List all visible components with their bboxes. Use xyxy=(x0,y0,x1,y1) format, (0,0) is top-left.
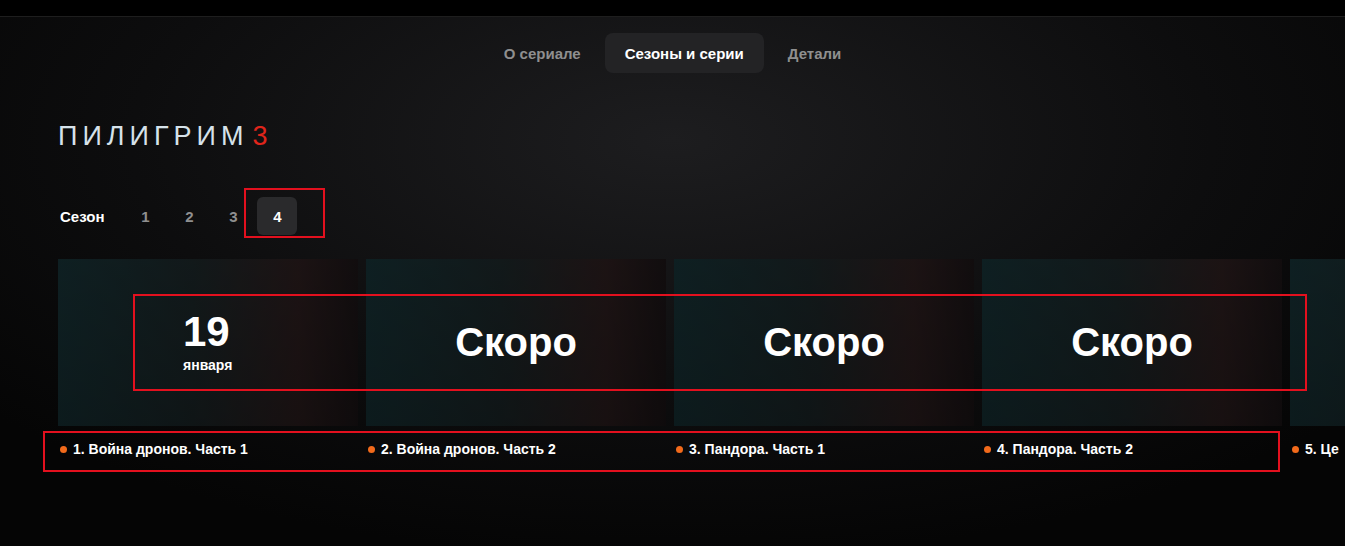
episode-thumbnail[interactable]: Скоро xyxy=(674,259,974,426)
release-day: 19 xyxy=(183,311,232,353)
status-dot-icon xyxy=(676,446,683,453)
episode-title[interactable]: 4. Пандора. Часть 2 xyxy=(997,441,1133,457)
episode-title-row: 2. Война дронов. Часть 2 xyxy=(366,439,666,459)
episode-thumbnail[interactable]: Скоро xyxy=(366,259,666,426)
episode-thumbnail[interactable] xyxy=(1290,259,1345,426)
soon-badge: Скоро xyxy=(763,320,885,365)
top-bar xyxy=(0,0,1345,17)
episode-title-row: 4. Пандора. Часть 2 xyxy=(982,439,1282,459)
soon-badge: Скоро xyxy=(455,320,577,365)
episode-item[interactable]: Скоро 2. Война дронов. Часть 2 xyxy=(366,259,666,459)
season-slot: 4 xyxy=(257,197,297,235)
highlight-frame xyxy=(43,431,1280,472)
episode-title[interactable]: 3. Пандора. Часть 1 xyxy=(689,441,825,457)
episode-title[interactable]: 1. Война дронов. Часть 1 xyxy=(73,441,248,457)
tab-bar: О сериалеСезоны и серииДетали xyxy=(0,33,1345,73)
episode-item[interactable]: Скоро 4. Пандора. Часть 2 xyxy=(982,259,1282,459)
season-slot: 2 xyxy=(169,197,209,235)
logo-title: ПИЛИГРИМ xyxy=(58,121,248,152)
episode-thumbnail[interactable]: Скоро xyxy=(982,259,1282,426)
episode-item[interactable]: 5. Це xyxy=(1290,259,1345,459)
status-dot-icon xyxy=(368,446,375,453)
season-label: Сезон xyxy=(60,208,104,225)
episode-thumbnail[interactable]: 19 января xyxy=(58,259,358,426)
episode-item[interactable]: Скоро 3. Пандора. Часть 1 xyxy=(674,259,974,459)
episode-title[interactable]: 2. Война дронов. Часть 2 xyxy=(381,441,556,457)
series-page: О сериалеСезоны и серииДеталиПИЛИГРИМ3Се… xyxy=(0,0,1345,546)
series-logo: ПИЛИГРИМ3 xyxy=(58,103,1345,169)
episode-title-row: 3. Пандора. Часть 1 xyxy=(674,439,974,459)
status-dot-icon xyxy=(60,446,67,453)
season-slot: 3 xyxy=(213,197,253,235)
episode-item[interactable]: 19 января 1. Война дронов. Часть 1 xyxy=(58,259,358,459)
season-button[interactable]: 1 xyxy=(125,197,165,235)
content: ПИЛИГРИМ3Сезон123419января1. Война дроно… xyxy=(0,73,1345,459)
soon-badge: Скоро xyxy=(1071,320,1193,365)
tab[interactable]: О сериале xyxy=(484,33,601,73)
season-button[interactable]: 4 xyxy=(257,197,297,235)
season-slot: 1 xyxy=(125,197,165,235)
logo-number: 3 xyxy=(252,121,272,152)
episode-title-row: 1. Война дронов. Часть 1 xyxy=(58,439,358,459)
episode-title-row: 5. Це xyxy=(1290,439,1345,459)
tab[interactable]: Детали xyxy=(768,33,861,73)
episode-strip: 19 января 1. Война дронов. Часть 1 Скоро 2. … xyxy=(58,259,1345,459)
tab[interactable]: Сезоны и серии xyxy=(605,33,764,73)
season-button[interactable]: 3 xyxy=(213,197,253,235)
highlight-frame xyxy=(133,294,1307,391)
episode-title[interactable]: 5. Це xyxy=(1305,441,1339,457)
season-button[interactable]: 2 xyxy=(169,197,209,235)
season-picker: Сезон 1234 xyxy=(58,197,1345,235)
release-date-badge: 19 января xyxy=(183,311,232,373)
release-month: января xyxy=(183,357,232,373)
highlight-frame xyxy=(244,188,325,238)
status-dot-icon xyxy=(1292,446,1299,453)
status-dot-icon xyxy=(984,446,991,453)
